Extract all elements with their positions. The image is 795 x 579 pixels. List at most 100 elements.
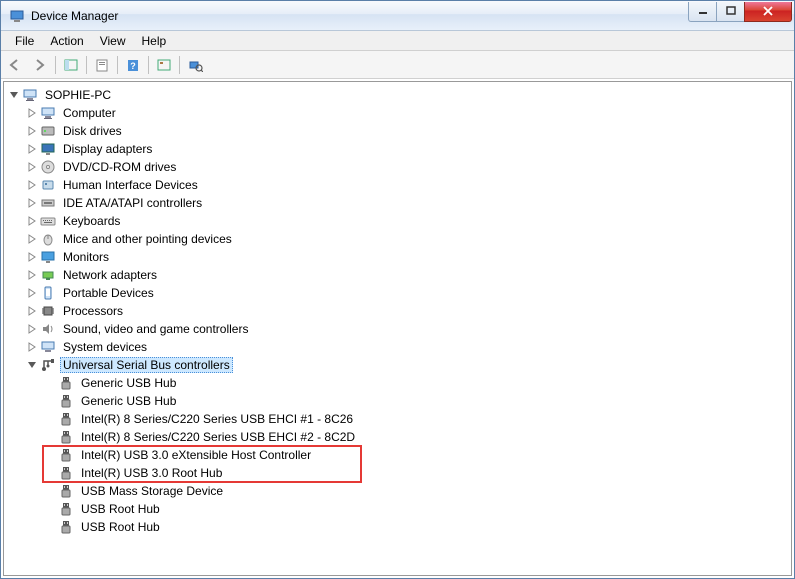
tree-root[interactable]: SOPHIE-PC	[4, 86, 791, 104]
network-icon	[40, 267, 56, 283]
ide-icon	[40, 195, 56, 211]
tree-item-label: Intel(R) USB 3.0 eXtensible Host Control…	[78, 447, 314, 463]
tree-category[interactable]: Disk drives	[4, 122, 791, 140]
tree-device[interactable]: USB Root Hub	[4, 500, 791, 518]
forward-button[interactable]	[29, 54, 51, 76]
expand-icon[interactable]	[26, 107, 38, 119]
sound-icon	[40, 321, 56, 337]
tree-category[interactable]: Sound, video and game controllers	[4, 320, 791, 338]
expand-icon[interactable]	[26, 341, 38, 353]
tree-device[interactable]: Generic USB Hub	[4, 392, 791, 410]
tree-item-label: Intel(R) 8 Series/C220 Series USB EHCI #…	[78, 411, 356, 427]
tree-category[interactable]: Display adapters	[4, 140, 791, 158]
maximize-button[interactable]	[716, 2, 745, 22]
tree-item-label: Intel(R) 8 Series/C220 Series USB EHCI #…	[78, 429, 358, 445]
toolbar-separator	[86, 56, 87, 74]
tree-item-label: System devices	[60, 339, 150, 355]
tree-item-label: USB Root Hub	[78, 501, 163, 517]
close-button[interactable]	[744, 2, 792, 22]
menu-help[interactable]: Help	[134, 32, 175, 50]
tree-item-label: Sound, video and game controllers	[60, 321, 251, 337]
tree-item-label: USB Root Hub	[78, 519, 163, 535]
tree-category[interactable]: Portable Devices	[4, 284, 791, 302]
collapse-icon[interactable]	[26, 359, 38, 371]
tree-category[interactable]: Universal Serial Bus controllers	[4, 356, 791, 374]
tree-device[interactable]: USB Mass Storage Device	[4, 482, 791, 500]
tree-item-label: Generic USB Hub	[78, 393, 179, 409]
expand-icon[interactable]	[26, 197, 38, 209]
tree-category[interactable]: Keyboards	[4, 212, 791, 230]
properties-button[interactable]	[91, 54, 113, 76]
usb-device-icon	[58, 447, 74, 463]
usb-device-icon	[58, 393, 74, 409]
expand-icon[interactable]	[26, 179, 38, 191]
tree-item-label: Intel(R) USB 3.0 Root Hub	[78, 465, 225, 481]
tree-device[interactable]: USB Root Hub	[4, 518, 791, 536]
tree-item-label: Portable Devices	[60, 285, 157, 301]
mouse-icon	[40, 231, 56, 247]
tree-category[interactable]: Mice and other pointing devices	[4, 230, 791, 248]
tree-category[interactable]: Network adapters	[4, 266, 791, 284]
title-bar[interactable]: Device Manager	[1, 1, 794, 31]
expand-icon[interactable]	[26, 305, 38, 317]
expand-icon[interactable]	[26, 161, 38, 173]
tree-device[interactable]: Intel(R) USB 3.0 Root Hub	[4, 464, 791, 482]
toolbar-separator	[148, 56, 149, 74]
window-title: Device Manager	[31, 9, 689, 23]
expand-icon[interactable]	[26, 233, 38, 245]
expand-icon[interactable]	[26, 215, 38, 227]
usb-device-icon	[58, 519, 74, 535]
usb-device-icon	[58, 483, 74, 499]
dvd-icon	[40, 159, 56, 175]
tree-category[interactable]: Computer	[4, 104, 791, 122]
window-controls	[689, 2, 792, 22]
back-button[interactable]	[5, 54, 27, 76]
tree-item-label: USB Mass Storage Device	[78, 483, 226, 499]
tree-category[interactable]: Human Interface Devices	[4, 176, 791, 194]
minimize-button[interactable]	[688, 2, 717, 22]
tree-category[interactable]: Monitors	[4, 248, 791, 266]
toolbar: ?	[1, 51, 794, 79]
tree-item-label: Keyboards	[60, 213, 123, 229]
usb-device-icon	[58, 501, 74, 517]
menu-file[interactable]: File	[7, 32, 42, 50]
toolbar-separator	[117, 56, 118, 74]
expand-icon[interactable]	[26, 251, 38, 263]
tree-device[interactable]: Intel(R) 8 Series/C220 Series USB EHCI #…	[4, 410, 791, 428]
tree-device[interactable]: Intel(R) 8 Series/C220 Series USB EHCI #…	[4, 428, 791, 446]
expand-icon[interactable]	[26, 287, 38, 299]
tree-item-label: Disk drives	[60, 123, 125, 139]
tree-item-label: DVD/CD-ROM drives	[60, 159, 179, 175]
usb-device-icon	[58, 411, 74, 427]
expand-icon[interactable]	[26, 323, 38, 335]
tree-item-label: Universal Serial Bus controllers	[60, 357, 233, 373]
processor-icon	[40, 303, 56, 319]
expand-icon[interactable]	[26, 125, 38, 137]
expand-icon[interactable]	[26, 269, 38, 281]
computer-icon	[22, 87, 38, 103]
menu-action[interactable]: Action	[42, 32, 91, 50]
action-properties-button[interactable]	[153, 54, 175, 76]
tree-device[interactable]: Intel(R) USB 3.0 eXtensible Host Control…	[4, 446, 791, 464]
show-hide-tree-button[interactable]	[60, 54, 82, 76]
tree-category[interactable]: DVD/CD-ROM drives	[4, 158, 791, 176]
expand-icon[interactable]	[26, 143, 38, 155]
menu-view[interactable]: View	[92, 32, 134, 50]
tree-device[interactable]: Generic USB Hub	[4, 374, 791, 392]
disk-icon	[40, 123, 56, 139]
system-icon	[40, 339, 56, 355]
tree-category[interactable]: Processors	[4, 302, 791, 320]
tree-item-label: Generic USB Hub	[78, 375, 179, 391]
svg-text:?: ?	[130, 61, 136, 71]
tree-category[interactable]: System devices	[4, 338, 791, 356]
menu-bar: File Action View Help	[1, 31, 794, 51]
usb-device-icon	[58, 429, 74, 445]
usb-icon	[40, 357, 56, 373]
device-tree[interactable]: SOPHIE-PCComputerDisk drivesDisplay adap…	[3, 81, 792, 576]
keyboard-icon	[40, 213, 56, 229]
scan-hardware-button[interactable]	[184, 54, 206, 76]
help-button[interactable]: ?	[122, 54, 144, 76]
usb-device-icon	[58, 465, 74, 481]
collapse-icon[interactable]	[8, 89, 20, 101]
tree-category[interactable]: IDE ATA/ATAPI controllers	[4, 194, 791, 212]
